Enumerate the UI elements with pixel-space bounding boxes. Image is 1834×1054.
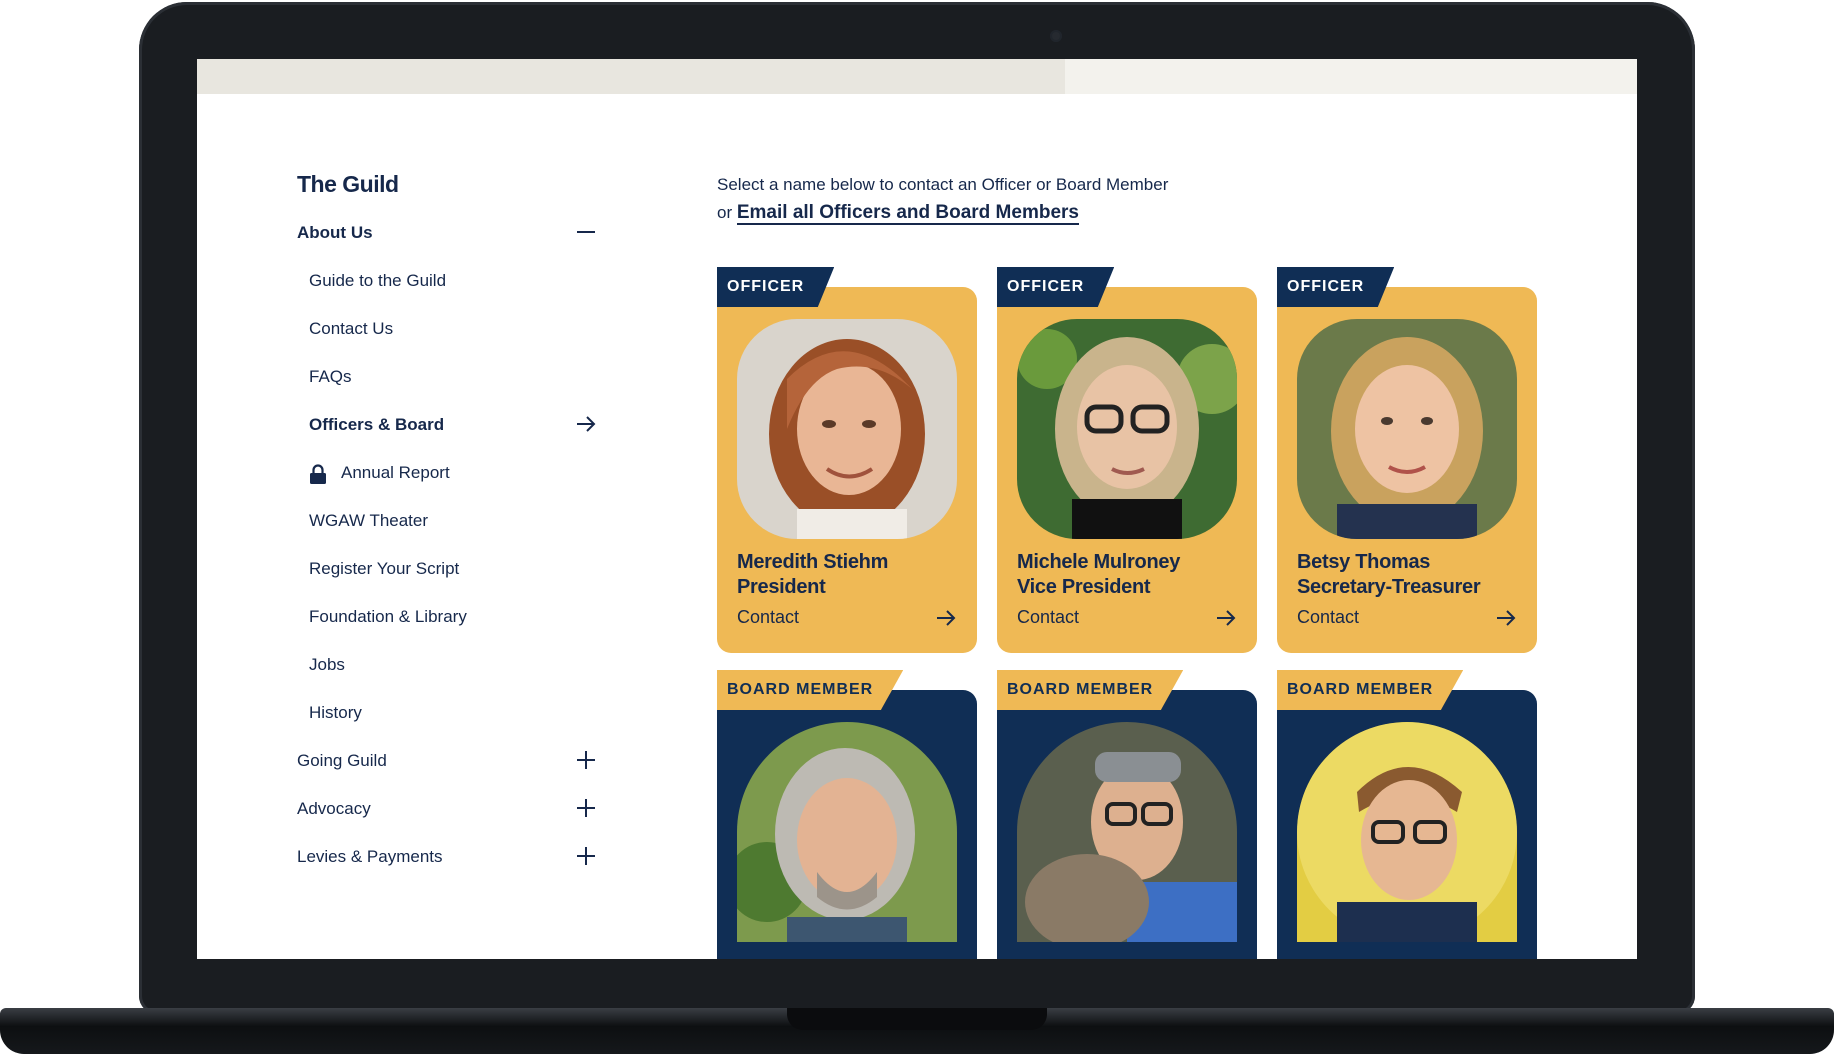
sidebar-item-label: Advocacy bbox=[297, 799, 371, 818]
sidebar-item-guide[interactable]: Guide to the Guild bbox=[309, 269, 597, 295]
board-card[interactable]: BOARD MEMBER bbox=[717, 670, 977, 959]
board-tag: BOARD MEMBER bbox=[1277, 670, 1464, 710]
board-photo bbox=[1297, 722, 1517, 942]
sidebar-item-history[interactable]: History bbox=[309, 701, 597, 727]
sidebar-item-levies-payments[interactable]: Levies & Payments bbox=[297, 845, 597, 871]
portrait-image bbox=[1297, 319, 1517, 539]
officer-card[interactable]: OFFICER Betsy Thomas Secretary-Treasurer… bbox=[1277, 267, 1537, 653]
sidebar-item-label: Going Guild bbox=[297, 751, 387, 770]
plus-icon[interactable] bbox=[575, 797, 597, 819]
email-all-link[interactable]: Email all Officers and Board Members bbox=[736, 202, 1079, 225]
arrow-right-icon[interactable] bbox=[1215, 607, 1237, 629]
sidebar-item-wgaw-theater[interactable]: WGAW Theater bbox=[309, 509, 597, 535]
top-banner-left bbox=[197, 59, 1065, 94]
board-tag: BOARD MEMBER bbox=[997, 670, 1184, 710]
plus-icon[interactable] bbox=[575, 845, 597, 867]
sidebar-item-faqs[interactable]: FAQs bbox=[309, 365, 597, 391]
sidebar-item-going-guild[interactable]: Going Guild bbox=[297, 749, 597, 775]
portrait-image bbox=[1017, 319, 1237, 539]
sidebar-item-register-script[interactable]: Register Your Script bbox=[309, 557, 597, 583]
intro-text: Select a name below to contact an Office… bbox=[717, 171, 1277, 227]
portrait-image bbox=[737, 722, 957, 942]
sidebar-item-label: Foundation & Library bbox=[309, 607, 467, 626]
sidebar-item-label: History bbox=[309, 703, 362, 722]
board-photo bbox=[1017, 722, 1237, 942]
sidebar-item-annual-report[interactable]: Annual Report bbox=[309, 461, 597, 487]
webcam-icon bbox=[1050, 30, 1062, 42]
board-card[interactable]: BOARD MEMBER bbox=[1277, 670, 1537, 959]
intro-or: or bbox=[717, 203, 733, 222]
officer-role: Secretary-Treasurer bbox=[1297, 576, 1481, 598]
officer-photo bbox=[1297, 319, 1517, 539]
sidebar-item-label: Levies & Payments bbox=[297, 847, 443, 866]
portrait-image bbox=[1297, 722, 1517, 942]
sidebar-item-label: About Us bbox=[297, 223, 373, 242]
arrow-right-icon[interactable] bbox=[935, 607, 957, 629]
browser-viewport: The Guild About Us Guide to the Guild Co… bbox=[197, 59, 1637, 959]
board-photo bbox=[737, 722, 957, 942]
officer-photo bbox=[1017, 319, 1237, 539]
board-tag: BOARD MEMBER bbox=[717, 670, 904, 710]
officer-photo bbox=[737, 319, 957, 539]
sidebar-item-label: Officers & Board bbox=[309, 415, 445, 434]
officer-card[interactable]: OFFICER Meredith Stiehm President Contac… bbox=[717, 267, 977, 653]
sidebar-item-foundation-library[interactable]: Foundation & Library bbox=[309, 605, 597, 631]
sidebar-item-label: Jobs bbox=[309, 655, 345, 674]
board-card[interactable]: BOARD MEMBER bbox=[997, 670, 1257, 959]
arrow-right-icon bbox=[577, 416, 596, 432]
sidebar-item-label: Register Your Script bbox=[309, 559, 460, 578]
officer-name: Meredith Stiehm bbox=[737, 551, 889, 573]
contact-link[interactable]: Contact bbox=[1017, 607, 1079, 628]
contact-link[interactable]: Contact bbox=[1297, 607, 1359, 628]
intro-email-row: or Email all Officers and Board Members bbox=[717, 199, 1277, 227]
sidebar-item-label: WGAW Theater bbox=[309, 511, 429, 530]
officer-tag: OFFICER bbox=[717, 267, 835, 307]
sidebar-item-label: Annual Report bbox=[341, 463, 450, 482]
officer-tag: OFFICER bbox=[1277, 267, 1395, 307]
contact-link[interactable]: Contact bbox=[737, 607, 799, 628]
intro-line: Select a name below to contact an Office… bbox=[717, 175, 1169, 194]
officer-role: President bbox=[737, 576, 826, 598]
minus-icon[interactable] bbox=[575, 221, 597, 243]
officer-name: Betsy Thomas bbox=[1297, 551, 1431, 573]
arrow-right-icon[interactable] bbox=[1495, 607, 1517, 629]
sidebar-item-label: Guide to the Guild bbox=[309, 271, 447, 290]
sidebar-item-about-us[interactable]: About Us bbox=[297, 221, 597, 247]
portrait-image bbox=[737, 319, 957, 539]
laptop-notch bbox=[787, 1008, 1047, 1030]
officer-card[interactable]: OFFICER Michele Mulroney Vice President … bbox=[997, 267, 1257, 653]
lock-icon bbox=[310, 464, 326, 484]
portrait-image bbox=[1017, 722, 1237, 942]
sidebar-title: The Guild bbox=[297, 171, 399, 197]
sidebar-item-advocacy[interactable]: Advocacy bbox=[297, 797, 597, 823]
sidebar-item-label: Contact Us bbox=[309, 319, 394, 338]
plus-icon[interactable] bbox=[575, 749, 597, 771]
top-banner-right bbox=[1065, 59, 1637, 94]
sidebar-item-jobs[interactable]: Jobs bbox=[309, 653, 597, 679]
officer-role: Vice President bbox=[1017, 576, 1151, 598]
sidebar-item-label: FAQs bbox=[309, 367, 352, 386]
sidebar-item-officers-board[interactable]: Officers & Board bbox=[309, 413, 597, 439]
officer-name: Michele Mulroney bbox=[1017, 551, 1181, 573]
sidebar-item-contact-us[interactable]: Contact Us bbox=[309, 317, 597, 343]
officer-tag: OFFICER bbox=[997, 267, 1115, 307]
